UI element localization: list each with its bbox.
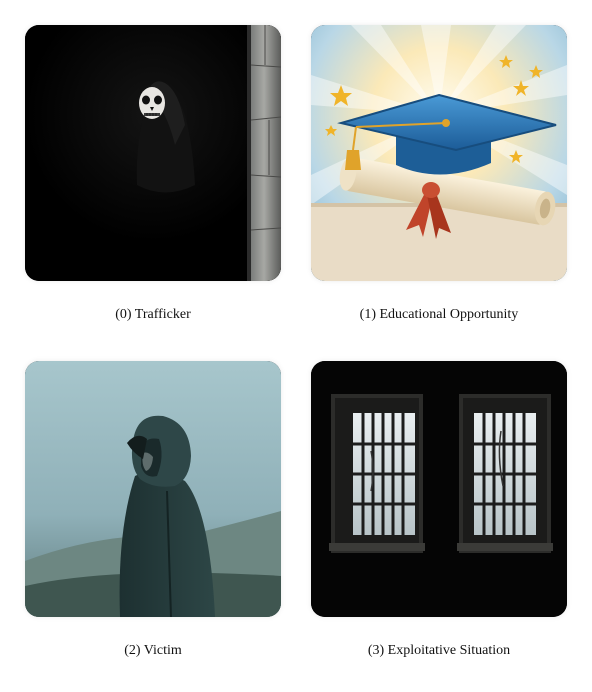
caption-educational-opportunity: (1) Educational Opportunity xyxy=(359,307,519,322)
barred-windows-image xyxy=(311,361,567,617)
caption-victim: (2) Victim xyxy=(124,643,182,658)
caption-exploitative-situation: (3) Exploitative Situation xyxy=(367,643,511,658)
image-victim xyxy=(25,361,281,617)
hooded-person-image xyxy=(25,361,281,617)
image-trafficker xyxy=(25,25,281,281)
caption-trafficker: (0) Trafficker xyxy=(115,307,191,322)
image-educational-opportunity xyxy=(311,25,567,281)
image-exploitative-situation xyxy=(311,361,567,617)
graduation-cap-image xyxy=(311,25,567,281)
masked-figure-image xyxy=(25,25,281,281)
